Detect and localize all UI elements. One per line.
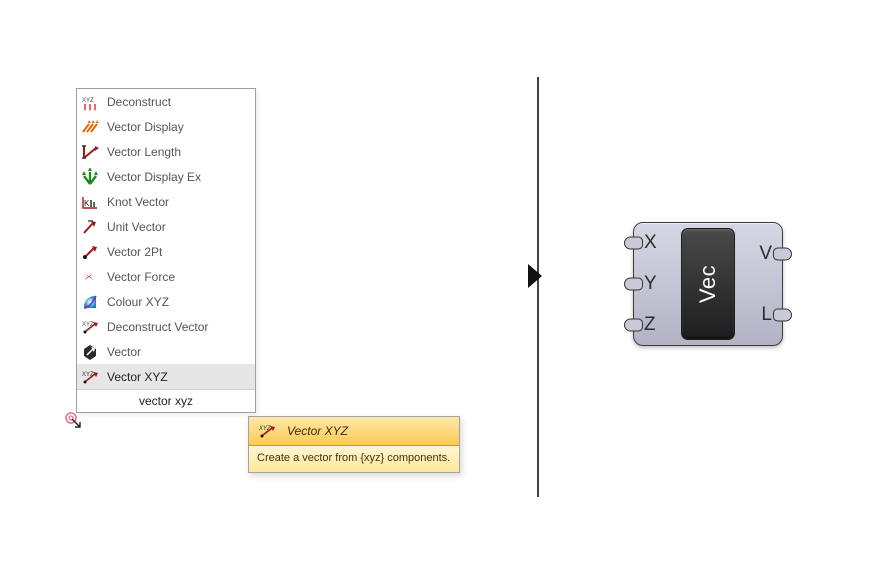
- port-label: L: [761, 304, 772, 326]
- input-port-z[interactable]: Z: [644, 304, 680, 345]
- unit-vector-icon: [81, 218, 99, 236]
- knot-vector-icon: K: [81, 193, 99, 211]
- menu-item-label: Vector 2Pt: [107, 245, 249, 259]
- menu-item-label: Unit Vector: [107, 220, 249, 234]
- port-grip-icon[interactable]: [773, 308, 792, 321]
- port-grip-icon[interactable]: [624, 237, 643, 250]
- component-name: Vec: [695, 265, 721, 303]
- port-label: Z: [644, 314, 656, 336]
- vector-display-icon: [81, 118, 99, 136]
- tooltip-header: XYZ Vector XYZ: [249, 417, 459, 446]
- menu-item-label: Vector XYZ: [107, 370, 249, 384]
- vector-xyz-icon: XYZ: [81, 368, 99, 386]
- menu-item-label: Colour XYZ: [107, 295, 249, 309]
- port-label: V: [759, 243, 772, 265]
- search-row: [77, 389, 255, 412]
- menu-item-vector[interactable]: Vector: [77, 339, 255, 364]
- component-core[interactable]: Vec: [681, 228, 735, 340]
- menu-item-vector-force[interactable]: Vector Force: [77, 264, 255, 289]
- menu-item-label: Vector Length: [107, 145, 249, 159]
- menu-item-label: Vector: [107, 345, 249, 359]
- menu-item-colour-xyz[interactable]: Colour XYZ: [77, 289, 255, 314]
- menu-item-vector-display-ex[interactable]: Vector Display Ex: [77, 164, 255, 189]
- menu-item-label: Deconstruct Vector: [107, 320, 249, 334]
- svg-text:XYZ: XYZ: [82, 98, 94, 104]
- search-input[interactable]: [77, 389, 255, 412]
- menu-item-vector-2pt[interactable]: Vector 2Pt: [77, 239, 255, 264]
- menu-item-label: Vector Force: [107, 270, 249, 284]
- arrow-right-icon: [528, 264, 542, 288]
- tooltip-description: Create a vector from {xyz} components.: [249, 446, 459, 472]
- svg-text:K: K: [84, 199, 90, 208]
- menu-item-deconstruct[interactable]: XYZ Deconstruct: [77, 89, 255, 114]
- port-label: Y: [644, 273, 657, 295]
- canvas-cursor-icon: [63, 410, 83, 430]
- port-grip-icon[interactable]: [773, 247, 792, 260]
- vector-display-ex-icon: [81, 168, 99, 186]
- vector-length-icon: [81, 143, 99, 161]
- input-port-x[interactable]: X: [644, 223, 680, 264]
- menu-item-vector-xyz[interactable]: XYZ Vector XYZ: [77, 364, 255, 389]
- port-grip-icon[interactable]: [624, 278, 643, 291]
- deconstruct-vector-icon: XYZ: [81, 318, 99, 336]
- vector-force-icon: [81, 268, 99, 286]
- vector-xyz-icon: XYZ: [257, 421, 277, 441]
- menu-item-deconstruct-vector[interactable]: XYZ Deconstruct Vector: [77, 314, 255, 339]
- port-grip-icon[interactable]: [624, 318, 643, 331]
- vector-icon: [81, 343, 99, 361]
- colour-xyz-icon: [81, 293, 99, 311]
- input-ports: X Y Z: [634, 223, 680, 345]
- deconstruct-icon: XYZ: [81, 93, 99, 111]
- output-port-l[interactable]: L: [761, 284, 772, 345]
- menu-item-label: Vector Display: [107, 120, 249, 134]
- menu-item-label: Deconstruct: [107, 95, 249, 109]
- output-ports: V L: [736, 223, 782, 345]
- vector-2pt-icon: [81, 243, 99, 261]
- menu-item-label: Vector Display Ex: [107, 170, 249, 184]
- port-label: X: [644, 232, 657, 254]
- menu-item-knot-vector[interactable]: K Knot Vector: [77, 189, 255, 214]
- vector-xyz-component[interactable]: X Y Z Vec V L: [633, 222, 783, 346]
- input-port-y[interactable]: Y: [644, 264, 680, 305]
- component-search-menu: XYZ Deconstruct Vector Display: [76, 88, 256, 413]
- tooltip-title: Vector XYZ: [287, 424, 348, 438]
- output-port-v[interactable]: V: [759, 223, 772, 284]
- menu-item-vector-display[interactable]: Vector Display: [77, 114, 255, 139]
- component-tooltip: XYZ Vector XYZ Create a vector from {xyz…: [248, 416, 460, 473]
- menu-item-label: Knot Vector: [107, 195, 249, 209]
- menu-item-unit-vector[interactable]: Unit Vector: [77, 214, 255, 239]
- menu-item-vector-length[interactable]: Vector Length: [77, 139, 255, 164]
